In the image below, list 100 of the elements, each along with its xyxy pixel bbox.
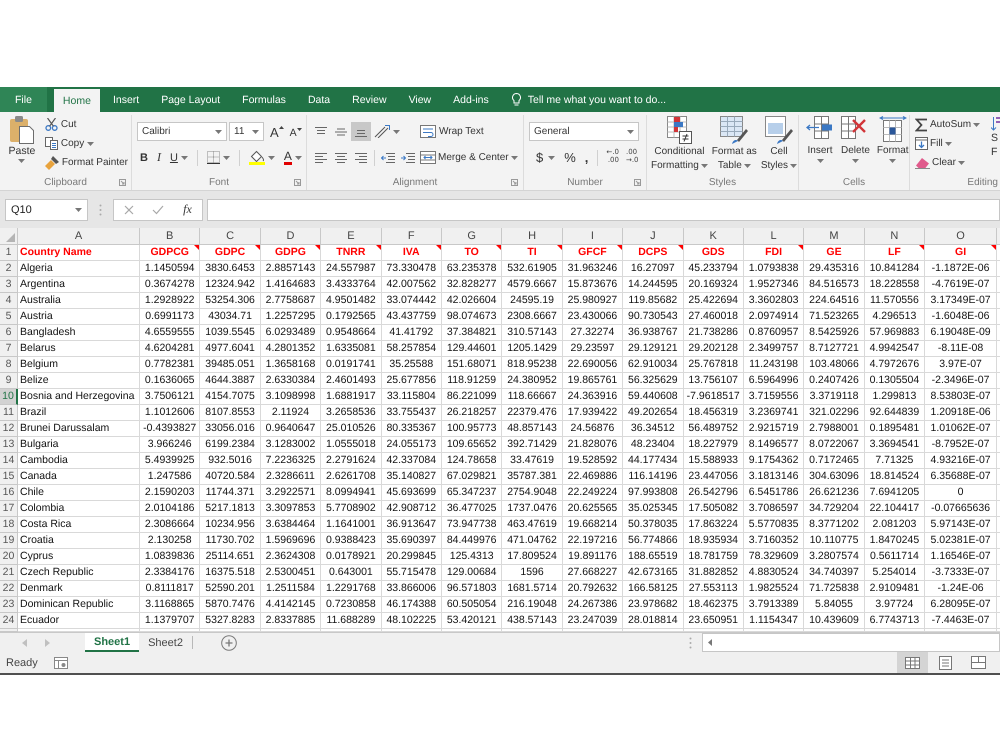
column-header[interactable]: I [562,228,624,245]
column-header[interactable]: M [804,228,865,245]
wrap-text-button[interactable]: Wrap Text [417,122,521,141]
row-header[interactable]: 7 [0,341,18,357]
row-header[interactable]: 6 [0,325,18,341]
table-cell: 35.025345 [623,501,684,517]
shrink-font-button[interactable]: A [286,122,305,141]
row-header[interactable]: 19 [0,533,18,549]
format-painter-button[interactable]: Format Painter [42,153,131,172]
fill-button[interactable]: Fill [912,134,984,153]
column-header[interactable]: E [321,228,382,245]
scroll-left-icon[interactable] [708,639,712,646]
currency-button[interactable]: $ [533,148,558,167]
normal-view-button[interactable] [897,652,928,673]
row-header[interactable]: 12 [0,421,18,437]
copy-button[interactable]: Copy [42,134,131,153]
insert-cells-button[interactable]: Insert [803,115,837,174]
formula-input[interactable] [207,198,1000,220]
ribbon-tab[interactable]: Formulas [231,87,297,112]
ribbon-tab[interactable]: Home [54,89,100,112]
column-header[interactable]: J [623,228,684,245]
column-header[interactable]: H [502,228,563,245]
dialog-launcher-icon[interactable] [634,179,641,186]
underline-button[interactable]: U [166,148,191,167]
column-header[interactable]: O [925,228,998,245]
paste-button[interactable]: Paste [4,115,40,174]
row-header[interactable]: 24 [0,613,18,629]
row-header[interactable]: 22 [0,581,18,597]
row-header[interactable]: 14 [0,453,18,469]
row-header[interactable]: 20 [0,549,18,565]
insert-function-button[interactable]: fx [173,198,203,220]
row-header[interactable]: 18 [0,517,18,533]
row-header[interactable]: 21 [0,565,18,581]
column-header[interactable]: A [18,228,140,245]
align-bottom-button[interactable] [351,122,371,141]
ribbon-tab[interactable]: Page Layout [150,87,232,112]
row-header[interactable]: 13 [0,437,18,453]
dialog-launcher-icon[interactable] [119,179,126,186]
splitter-icon[interactable] [689,636,692,648]
tell-me-field[interactable]: Tell me what you want to do... [512,87,666,112]
row-header[interactable]: 4 [0,293,18,309]
row-header[interactable]: 16 [0,485,18,501]
percent-button[interactable]: % [561,148,579,167]
column-header[interactable]: C [200,228,261,245]
sheet-tab[interactable]: Sheet2 [139,633,192,652]
row-header[interactable]: 15 [0,469,18,485]
window-dot-icon[interactable] [54,656,68,668]
row-header[interactable]: 3 [0,277,18,293]
format-cells-button[interactable]: Format [874,115,912,174]
sort-filter-button[interactable]: S F [991,115,1000,174]
font-name-field[interactable]: Calibri [137,122,227,141]
cancel-button[interactable] [113,198,143,220]
ribbon-tab[interactable]: View [398,87,442,112]
row-header[interactable]: 1 [0,245,18,261]
cell-styles-button[interactable]: Cell Styles [758,115,800,174]
column-header[interactable]: F [382,228,442,245]
dialog-launcher-icon[interactable] [294,179,301,186]
table-cell: 129.00684 [442,565,502,581]
merge-center-button[interactable]: Merge & Center [417,148,521,167]
row-header[interactable]: 17 [0,501,18,517]
row-header[interactable]: 10 [0,389,18,405]
add-sheet-icon[interactable] [220,634,237,650]
grow-font-button[interactable]: A [267,122,287,141]
column-header[interactable]: G [442,228,502,245]
row-header[interactable]: 5 [0,309,18,325]
number-format-field[interactable]: General [529,122,639,141]
column-header[interactable]: N [864,228,926,245]
table-cell: 33.47619 [502,453,563,469]
font-color-button[interactable]: A [280,148,305,167]
autosum-button[interactable]: AutoSum [912,115,984,134]
row-header[interactable]: 23 [0,597,18,613]
row-header[interactable]: 2 [0,261,18,277]
column-header[interactable]: L [744,228,804,245]
comma-style-button[interactable]: , [582,148,592,167]
row-header[interactable]: 9 [0,373,18,389]
table-cell: 1.1450594 [140,261,200,277]
row-header[interactable]: 8 [0,357,18,373]
conditional-formatting-button[interactable]: Conditional Formatting [649,115,710,174]
dialog-launcher-icon[interactable] [511,179,518,186]
column-header[interactable]: D [260,228,322,245]
row-header[interactable]: 11 [0,405,18,421]
format-as-table-button[interactable]: Format as Table [710,115,759,174]
name-box[interactable]: Q10 [5,198,88,220]
clear-button[interactable]: Clear [912,153,984,172]
ribbon-tab[interactable]: Data [296,87,342,112]
ribbon-tab[interactable]: Add-ins [442,87,500,112]
column-header[interactable]: B [140,228,200,245]
font-size-field[interactable]: 11 [229,122,264,141]
column-header[interactable]: K [684,228,744,245]
italic-button[interactable]: I [154,148,164,167]
ribbon-tab[interactable]: Insert [102,87,150,112]
table-cell: 3.7506121 [140,389,200,405]
delete-cells-button[interactable]: Delete [838,115,873,174]
bold-button[interactable]: B [137,148,151,167]
horizontal-scrollbar[interactable] [702,633,1000,652]
cut-button[interactable]: Cut [42,115,131,134]
table-cell: 1737.0476 [502,501,563,517]
sheet-tab[interactable]: Sheet1 [85,633,140,652]
file-tab[interactable]: File [0,87,47,112]
ribbon-tab[interactable]: Review [341,87,398,112]
